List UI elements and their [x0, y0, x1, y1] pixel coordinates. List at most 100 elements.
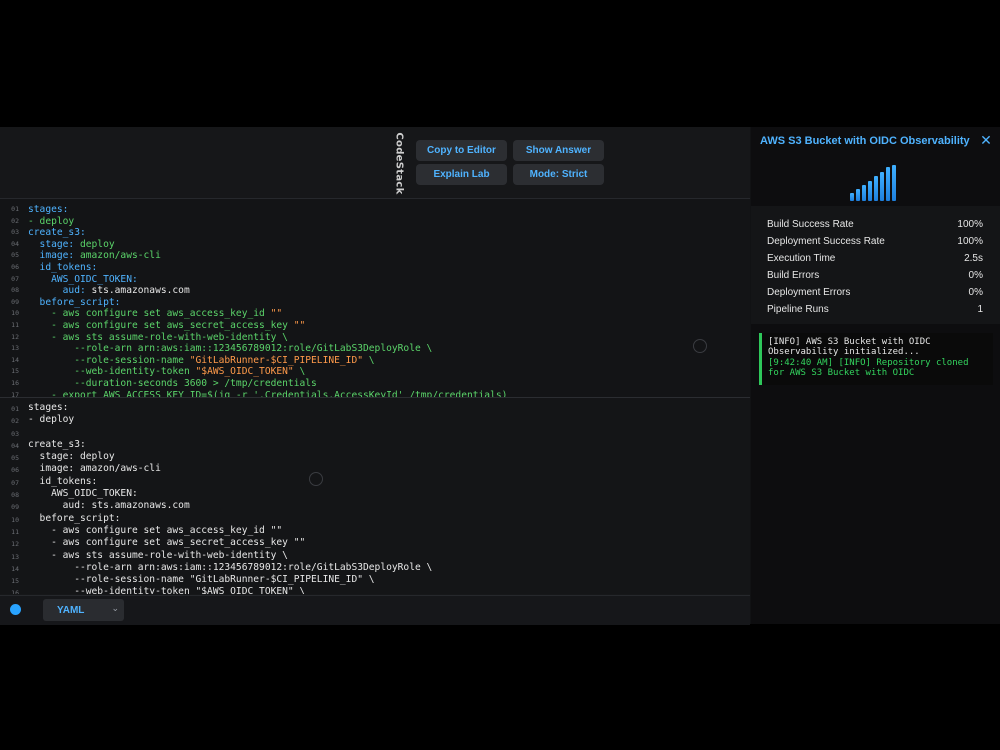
line-number: 09	[11, 297, 19, 306]
code-line: --duration-seconds 3600 > /tmp/credentia…	[28, 377, 317, 389]
code-line: AWS_OIDC_TOKEN:	[28, 273, 138, 285]
line-number: 08	[11, 286, 19, 295]
code-line[interactable]: stages:	[28, 402, 750, 414]
line-number: 17	[11, 390, 19, 398]
code-line[interactable]: before_script:	[28, 513, 750, 525]
metrics-list: Build Success Rate 100% Deployment Succe…	[751, 206, 1000, 324]
code-line[interactable]: - deploy	[28, 414, 750, 426]
line-number: 05	[11, 454, 19, 463]
code-line[interactable]: id_tokens:	[28, 476, 750, 488]
code-line: create_s3:	[28, 227, 86, 239]
line-number: 01	[11, 405, 19, 413]
code-line[interactable]: --web-identity-token "$AWS_OIDC_TOKEN" \	[28, 586, 750, 594]
metric-value: 2.5s	[964, 253, 983, 264]
language-select[interactable]: YAML ⌄	[43, 599, 124, 621]
line-number: 02	[11, 417, 19, 426]
line-number: 12	[11, 332, 19, 341]
code-line: --role-arn arn:aws:iam::123456789012:rol…	[28, 343, 433, 355]
metric-build-errors: Build Errors 0%	[767, 267, 983, 284]
status-bar: YAML ⌄	[0, 595, 750, 625]
code-line[interactable]	[28, 427, 750, 439]
line-number: 16	[11, 378, 19, 387]
line-number: 15	[11, 367, 19, 376]
line-number: 06	[11, 466, 19, 475]
reference-code-panel[interactable]: 0102030405060708091011121314151617181920…	[0, 199, 750, 398]
metric-build-success-rate: Build Success Rate 100%	[767, 216, 983, 233]
metric-label: Deployment Errors	[767, 287, 851, 298]
line-number: 15	[11, 577, 19, 586]
code-line[interactable]: - aws configure set aws_access_key_id ""	[28, 525, 750, 537]
code-line: - aws configure set aws_secret_access_ke…	[28, 319, 306, 331]
line-number: 10	[11, 309, 19, 318]
line-number: 09	[11, 503, 19, 512]
metric-value: 100%	[957, 236, 983, 247]
line-number-gutter: 0102030405060708091011121314151617181920	[0, 204, 22, 398]
metric-label: Execution Time	[767, 253, 836, 264]
line-number: 11	[11, 320, 19, 329]
code-line[interactable]: stage: deploy	[28, 451, 750, 463]
code-line: - aws configure set aws_access_key_id ""	[28, 308, 283, 320]
code-line: - aws sts assume-role-with-web-identity …	[28, 331, 288, 343]
code-line[interactable]: create_s3:	[28, 439, 750, 451]
metric-label: Build Errors	[767, 270, 820, 281]
code-line: id_tokens:	[28, 261, 98, 273]
panel-title: AWS S3 Bucket with OIDC Observability	[760, 135, 970, 147]
line-number: 04	[11, 441, 19, 450]
line-number: 02	[11, 216, 19, 225]
explain-lab-button[interactable]: Explain Lab	[416, 164, 507, 185]
editor-area: CodeStack Copy to Editor Show Answer Exp…	[0, 127, 750, 625]
line-number-gutter: 0102030405060708091011121314151617181920…	[0, 403, 22, 594]
editor-code[interactable]: stages: - deploy create_s3: stage: deploy …	[28, 402, 750, 594]
loading-spinner-icon	[693, 339, 707, 353]
code-line: - export AWS_ACCESS_KEY_ID=$(jq -r '.Cre…	[28, 389, 508, 398]
metric-value: 100%	[957, 219, 983, 230]
observability-panel: AWS S3 Bucket with OIDC Observability ✕ …	[751, 127, 1000, 624]
show-answer-button[interactable]: Show Answer	[513, 140, 604, 161]
line-number: 05	[11, 251, 19, 260]
line-number: 03	[11, 429, 19, 438]
copy-to-editor-button[interactable]: Copy to Editor	[416, 140, 507, 161]
metric-label: Pipeline Runs	[767, 304, 829, 315]
metric-pipeline-runs: Pipeline Runs 1	[767, 301, 983, 318]
mode-toggle-button[interactable]: Mode: Strict	[513, 164, 604, 185]
line-number: 04	[11, 239, 19, 248]
metric-deployment-success-rate: Deployment Success Rate 100%	[767, 233, 983, 250]
log-line: for AWS S3 Bucket with OIDC	[768, 367, 915, 378]
line-number: 07	[11, 274, 19, 283]
code-line: before_script:	[28, 296, 121, 308]
code-line[interactable]: - aws sts assume-role-with-web-identity …	[28, 550, 750, 562]
log-console: [INFO] AWS S3 Bucket with OIDC Observabil…	[759, 333, 993, 385]
log-line: Observability initialized...	[768, 347, 920, 358]
code-line: stage: deploy	[28, 238, 115, 250]
status-indicator-icon	[10, 604, 21, 615]
metric-label: Deployment Success Rate	[767, 236, 885, 247]
code-editor[interactable]: 0102030405060708091011121314151617181920…	[0, 398, 750, 594]
metric-deployment-errors: Deployment Errors 0%	[767, 284, 983, 301]
line-number: 07	[11, 478, 19, 487]
line-number: 12	[11, 540, 19, 549]
code-line[interactable]: --role-arn arn:aws:iam::123456789012:rol…	[28, 562, 750, 574]
code-line[interactable]: image: amazon/aws-cli	[28, 463, 750, 475]
code-line[interactable]: - aws configure set aws_secret_access_ke…	[28, 537, 750, 549]
line-number: 03	[11, 228, 19, 237]
code-line[interactable]: --role-session-name "GitLabRunner-$CI_PI…	[28, 574, 750, 586]
log-line: [INFO] AWS S3 Bucket with OIDC	[768, 337, 931, 347]
metric-value: 1	[977, 304, 983, 315]
close-icon[interactable]: ✕	[979, 133, 993, 147]
line-number: 11	[11, 527, 19, 536]
code-line: - deploy	[28, 215, 75, 227]
code-line: image: amazon/aws-cli	[28, 250, 161, 262]
line-number: 01	[11, 205, 19, 213]
metric-value: 0%	[968, 287, 983, 298]
app-window: CodeStack Copy to Editor Show Answer Exp…	[0, 127, 1000, 625]
line-number: 13	[11, 344, 19, 353]
line-number: 14	[11, 355, 19, 364]
code-line[interactable]: aud: sts.amazonaws.com	[28, 500, 750, 512]
line-number: 10	[11, 515, 19, 524]
language-select-value: YAML	[57, 604, 85, 616]
code-line: --web-identity-token "$AWS_OIDC_TOKEN" \	[28, 366, 306, 378]
code-line[interactable]: AWS_OIDC_TOKEN:	[28, 488, 750, 500]
line-number: 14	[11, 564, 19, 573]
code-line: aud: sts.amazonaws.com	[28, 285, 190, 297]
code-line: stages:	[28, 204, 69, 215]
